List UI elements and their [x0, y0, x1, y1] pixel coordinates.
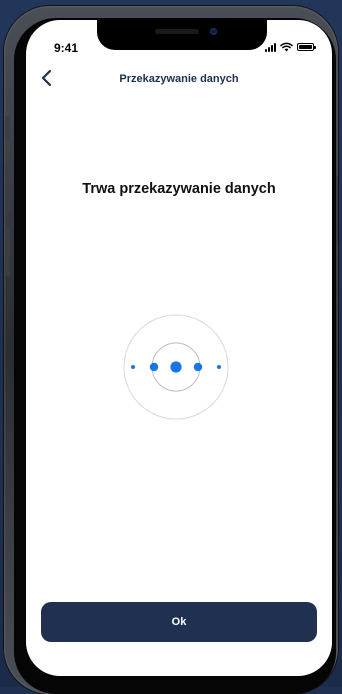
- data-transfer-animation-icon: [123, 314, 229, 420]
- signal-icon: [265, 42, 276, 52]
- volume-down-button: [5, 228, 10, 276]
- nav-title: Przekazywanie danych: [119, 73, 239, 85]
- mute-switch: [5, 116, 10, 140]
- phone-screen: 9:41 Przekazywanie danych Trwa przekazyw…: [26, 20, 332, 676]
- volume-up-button: [5, 166, 10, 214]
- notch: [97, 20, 267, 50]
- ok-button[interactable]: Ok: [41, 602, 317, 642]
- status-time: 9:41: [54, 41, 79, 55]
- wifi-icon: [280, 42, 293, 52]
- speaker-grille: [155, 29, 199, 34]
- battery-icon: [297, 43, 316, 51]
- page-heading: Trwa przekazywanie danych: [82, 181, 276, 197]
- status-icons: [265, 42, 316, 52]
- front-camera: [210, 28, 217, 35]
